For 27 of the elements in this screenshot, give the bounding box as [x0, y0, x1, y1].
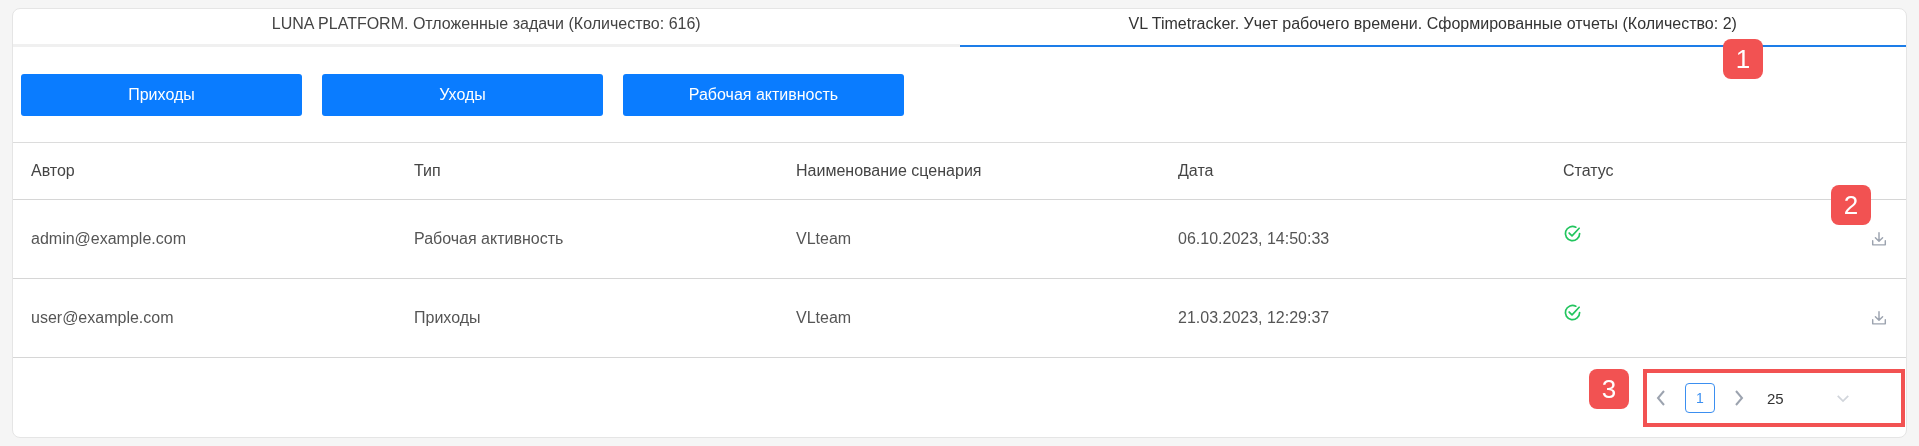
table-cell-text: admin@example.com: [31, 230, 187, 248]
download-icon[interactable]: [1870, 230, 1888, 248]
column-header: Тип: [414, 162, 442, 180]
column-header: Автор: [31, 162, 76, 180]
download-icon[interactable]: [1870, 309, 1888, 327]
report-button[interactable]: Приходы: [21, 74, 302, 116]
annotation-badge: 2: [1831, 185, 1871, 225]
table-cell-text: Приходы: [414, 309, 482, 327]
previous-page-icon[interactable]: [1655, 388, 1667, 408]
page-size-select[interactable]: 25: [1767, 389, 1850, 407]
column-header: Наименование сценария: [796, 162, 983, 180]
column-header: Статус: [1563, 162, 1615, 180]
table-cell-text: VLteam: [796, 309, 853, 327]
next-page-icon[interactable]: [1733, 388, 1745, 408]
page-button[interactable]: 1: [1685, 383, 1715, 413]
annotation-badge: 1: [1723, 39, 1763, 79]
annotation-badge: 3: [1589, 369, 1629, 409]
report-button[interactable]: Уходы: [322, 74, 603, 116]
caret-icon: [1835, 393, 1850, 403]
column-header: Дата: [1178, 162, 1215, 180]
table-cell-text: VLteam: [796, 230, 853, 248]
table-cell-text: 21.03.2023, 12:29:37: [1178, 309, 1331, 327]
table-cell-text: 06.10.2023, 14:50:33: [1178, 230, 1331, 248]
tab[interactable]: LUNA PLATFORM. Отложенные задачи (Количество: 616): [13, 9, 960, 47]
table-cell-text: user@example.com: [31, 309, 175, 327]
table-cell-text: Рабочая активность: [414, 230, 565, 248]
report-button[interactable]: Рабочая активность: [623, 74, 904, 116]
